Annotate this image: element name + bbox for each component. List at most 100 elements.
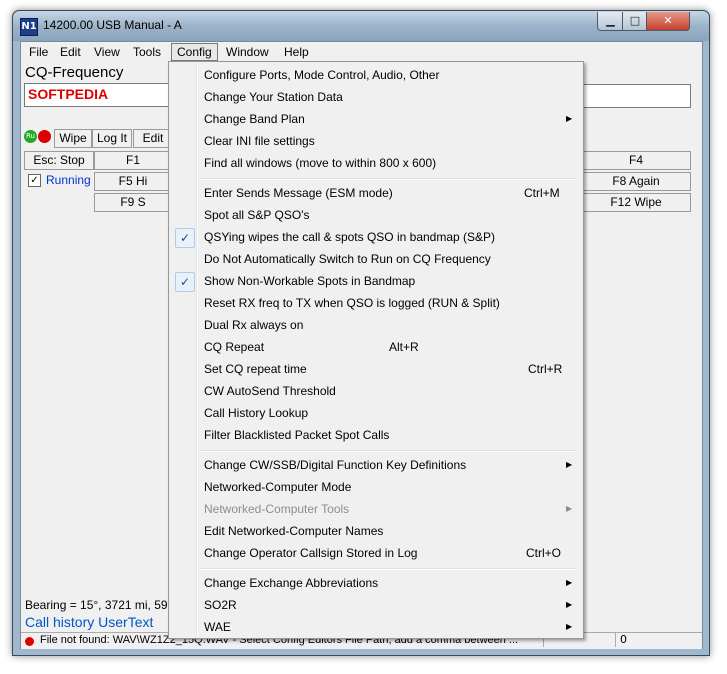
- menu-item-label: Configure Ports, Mode Control, Audio, Ot…: [204, 68, 440, 82]
- menu-item-label: WAE: [204, 620, 231, 634]
- record-icon[interactable]: [38, 130, 51, 143]
- submenu-arrow-icon: ▶: [566, 114, 573, 123]
- menu-help[interactable]: Help: [279, 44, 314, 60]
- menu-item-cw-autosend[interactable]: CW AutoSend Threshold: [171, 380, 579, 402]
- menu-item-label: Do Not Automatically Switch to Run on CQ…: [204, 252, 491, 266]
- config-dropdown-menu: Configure Ports, Mode Control, Audio, Ot…: [168, 61, 584, 639]
- menu-item-label: Dual Rx always on: [204, 318, 304, 332]
- menu-item-shortcut: Ctrl+O: [526, 546, 562, 560]
- submenu-arrow-icon: ▶: [566, 460, 573, 469]
- menu-tools[interactable]: Tools: [128, 44, 166, 60]
- menu-bar: File Edit View Tools Config Window Help: [21, 42, 702, 62]
- checkmark-icon: ✓: [175, 228, 195, 248]
- f1-button[interactable]: F1: [94, 151, 172, 170]
- f9-button[interactable]: F9 S: [94, 193, 172, 212]
- submenu-arrow-icon: ▶: [566, 504, 573, 513]
- menu-item-label: Enter Sends Message (ESM mode): [204, 186, 393, 200]
- menu-item-spot-all-sp[interactable]: Spot all S&P QSO's: [171, 204, 579, 226]
- menu-item-label: Filter Blacklisted Packet Spot Calls: [204, 428, 390, 442]
- log-it-button[interactable]: Log It: [92, 129, 132, 148]
- menu-item-label: CW AutoSend Threshold: [204, 384, 336, 398]
- menu-item-esm-mode[interactable]: Enter Sends Message (ESM mode) Ctrl+M: [171, 182, 579, 204]
- f8-button[interactable]: F8 Again: [581, 172, 691, 191]
- menu-item-clear-ini[interactable]: Clear INI file settings: [171, 130, 579, 152]
- menu-item-band-plan[interactable]: Change Band Plan ▶: [171, 108, 579, 130]
- menu-item-label: Show Non-Workable Spots in Bandmap: [204, 274, 416, 288]
- menu-item-station-data[interactable]: Change Your Station Data: [171, 86, 579, 108]
- menu-item-configure-ports[interactable]: Configure Ports, Mode Control, Audio, Ot…: [171, 64, 579, 86]
- menu-item-label: Change Band Plan: [204, 112, 305, 126]
- menu-item-no-auto-switch[interactable]: Do Not Automatically Switch to Run on CQ…: [171, 248, 579, 270]
- menu-item-function-keys[interactable]: Change CW/SSB/Digital Function Key Defin…: [171, 454, 579, 476]
- title-bar[interactable]: N1 14200.00 USB Manual - A ▁ □ ✕: [13, 11, 709, 41]
- menu-item-shortcut: Alt+R: [389, 340, 419, 354]
- menu-item-label: Call History Lookup: [204, 406, 309, 420]
- minimize-button[interactable]: ▁: [597, 12, 624, 31]
- menu-item-shortcut: Ctrl+R: [528, 362, 563, 376]
- status-cell-value: 0: [615, 633, 680, 647]
- exchange-field[interactable]: [581, 84, 691, 108]
- menu-edit[interactable]: Edit: [55, 44, 86, 60]
- window-title: 14200.00 USB Manual - A: [43, 18, 182, 32]
- menu-item-qsy-wipes[interactable]: ✓ QSYing wipes the call & spots QSO in b…: [171, 226, 579, 248]
- menu-item-networked-mode[interactable]: Networked-Computer Mode: [171, 476, 579, 498]
- menu-separator: [199, 568, 577, 570]
- maximize-button[interactable]: □: [622, 12, 648, 31]
- menu-item-label: Networked-Computer Tools: [204, 502, 350, 516]
- menu-item-operator-callsign[interactable]: Change Operator Callsign Stored in Log C…: [171, 542, 579, 564]
- menu-item-label: Change Operator Callsign Stored in Log: [204, 546, 418, 560]
- cq-frequency-label: CQ-Frequency: [25, 64, 124, 81]
- menu-item-label: Networked-Computer Mode: [204, 480, 352, 494]
- menu-item-cq-repeat-time[interactable]: Set CQ repeat time Ctrl+R: [171, 358, 579, 380]
- menu-item-edit-networked-names[interactable]: Edit Networked-Computer Names: [171, 520, 579, 542]
- f4-button[interactable]: F4: [581, 151, 691, 170]
- cq-frequency-value: SOFTPEDIA: [28, 86, 109, 102]
- menu-item-wae[interactable]: WAE ▶: [171, 616, 579, 638]
- menu-item-exchange-abbreviations[interactable]: Change Exchange Abbreviations ▶: [171, 572, 579, 594]
- menu-item-label: Change Exchange Abbreviations: [204, 576, 379, 590]
- menu-item-non-workable-spots[interactable]: ✓ Show Non-Workable Spots in Bandmap: [171, 270, 579, 292]
- menu-config[interactable]: Config: [171, 43, 218, 61]
- menu-item-label: Set CQ repeat time: [204, 362, 307, 376]
- checkmark-icon: ✓: [175, 272, 195, 292]
- menu-item-shortcut: Ctrl+M: [524, 186, 560, 200]
- menu-item-label: Change CW/SSB/Digital Function Key Defin…: [204, 458, 467, 472]
- menu-item-filter-blacklisted[interactable]: Filter Blacklisted Packet Spot Calls: [171, 424, 579, 446]
- running-checkbox[interactable]: ✓: [28, 174, 41, 187]
- bearing-text: Bearing = 15°, 3721 mi, 5989: [25, 598, 181, 612]
- menu-item-networked-tools[interactable]: Networked-Computer Tools ▶: [171, 498, 579, 520]
- cq-frequency-field[interactable]: SOFTPEDIA: [24, 83, 172, 107]
- f12-button[interactable]: F12 Wipe: [581, 193, 691, 212]
- menu-item-reset-rx[interactable]: Reset RX freq to TX when QSO is logged (…: [171, 292, 579, 314]
- menu-item-label: Change Your Station Data: [204, 90, 343, 104]
- esc-stop-button[interactable]: Esc: Stop: [24, 151, 94, 170]
- submenu-arrow-icon: ▶: [566, 600, 573, 609]
- submenu-arrow-icon: ▶: [566, 622, 573, 631]
- menu-item-call-history-lookup[interactable]: Call History Lookup: [171, 402, 579, 424]
- running-label: Running: [46, 173, 91, 187]
- menu-view[interactable]: View: [89, 44, 125, 60]
- menu-item-label: Spot all S&P QSO's: [204, 208, 310, 222]
- menu-window[interactable]: Window: [221, 44, 274, 60]
- close-button[interactable]: ✕: [646, 12, 690, 31]
- menu-item-label: Clear INI file settings: [204, 134, 315, 148]
- menu-file[interactable]: File: [24, 44, 53, 60]
- f5-button[interactable]: F5 Hi: [94, 172, 172, 191]
- menu-item-label: Edit Networked-Computer Names: [204, 524, 384, 538]
- menu-separator: [199, 450, 577, 452]
- wipe-button[interactable]: Wipe: [54, 129, 92, 148]
- menu-item-so2r[interactable]: SO2R ▶: [171, 594, 579, 616]
- call-history-text: Call history UserText: [25, 614, 154, 630]
- error-icon: [25, 637, 34, 646]
- menu-item-dual-rx[interactable]: Dual Rx always on: [171, 314, 579, 336]
- menu-item-label: CQ Repeat: [204, 340, 265, 354]
- submenu-arrow-icon: ▶: [566, 578, 573, 587]
- menu-separator: [199, 178, 577, 180]
- menu-item-find-windows[interactable]: Find all windows (move to within 800 x 6…: [171, 152, 579, 174]
- app-icon[interactable]: N1: [20, 18, 38, 36]
- run-mode-icon[interactable]: Ru: [24, 130, 37, 143]
- menu-item-cq-repeat[interactable]: CQ Repeat Alt+R: [171, 336, 579, 358]
- menu-item-label: QSYing wipes the call & spots QSO in ban…: [204, 230, 496, 244]
- menu-item-label: SO2R: [204, 598, 237, 612]
- edit-button[interactable]: Edit: [133, 129, 173, 148]
